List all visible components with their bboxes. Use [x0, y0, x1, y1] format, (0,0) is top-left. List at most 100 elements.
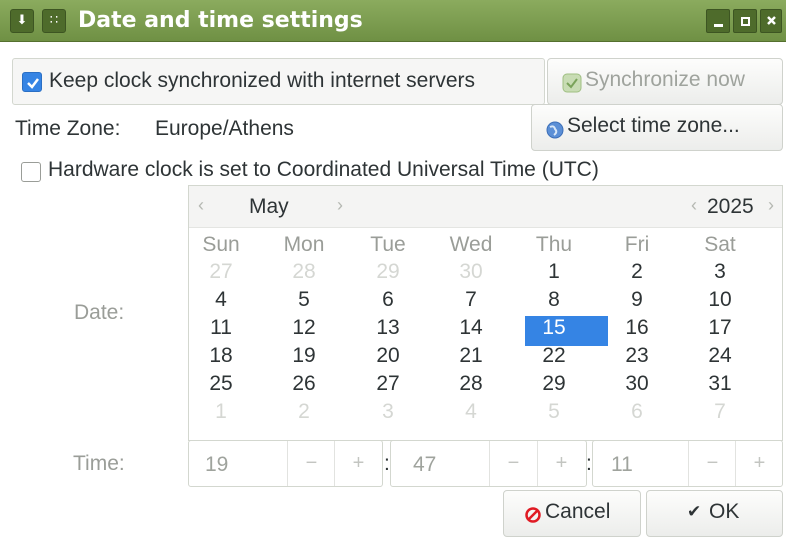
- hardware-clock-label: Hardware clock is set to Coordinated Uni…: [48, 158, 599, 181]
- calendar-day[interactable]: 23: [597, 344, 677, 368]
- seconds-increment-button[interactable]: +: [735, 441, 783, 486]
- date-label: Date:: [74, 301, 125, 324]
- calendar-day[interactable]: 7: [431, 288, 511, 312]
- calendar-day[interactable]: 4: [181, 288, 261, 312]
- calendar-day[interactable]: 2: [264, 400, 344, 424]
- calendar-day[interactable]: 21: [431, 344, 511, 368]
- weekday-header: Sun: [202, 233, 240, 256]
- calendar-day[interactable]: 29: [514, 372, 594, 396]
- maximize-button[interactable]: [733, 9, 757, 33]
- calendar-day[interactable]: 1: [181, 400, 261, 424]
- calendar-day[interactable]: 5: [264, 288, 344, 312]
- weekday-header: Sat: [704, 233, 736, 256]
- calendar-day-selected[interactable]: 15: [514, 316, 594, 340]
- calendar[interactable]: ‹ May › ‹ 2025 › Sun Mon Tue Wed Thu Fri Sat 27…: [188, 185, 783, 441]
- prev-month-button[interactable]: ‹: [198, 195, 204, 216]
- calendar-day[interactable]: 27: [181, 260, 261, 284]
- ok-label: OK: [709, 500, 740, 523]
- seconds-value[interactable]: 11: [611, 453, 633, 477]
- maximize-icon: [741, 17, 750, 26]
- calendar-day[interactable]: 13: [348, 316, 428, 340]
- prev-year-button[interactable]: ‹: [691, 195, 697, 216]
- time-label: Time:: [73, 452, 125, 475]
- calendar-day[interactable]: 16: [597, 316, 677, 340]
- hours-increment-button[interactable]: +: [334, 441, 382, 486]
- calendar-day[interactable]: 26: [264, 372, 344, 396]
- sync-checkbox-label: Keep clock synchronized with internet se…: [49, 69, 476, 92]
- sync-checkbox-row[interactable]: Keep clock synchronized with internet se…: [12, 58, 545, 105]
- calendar-day[interactable]: 14: [431, 316, 511, 340]
- clock-sync-icon: [562, 73, 582, 93]
- cancel-label: Cancel: [545, 500, 611, 523]
- minimize-icon: [714, 24, 723, 27]
- checkmark-icon: [27, 78, 39, 89]
- calendar-day[interactable]: 19: [264, 344, 344, 368]
- calendar-day[interactable]: 29: [348, 260, 428, 284]
- calendar-day[interactable]: 3: [348, 400, 428, 424]
- calendar-day[interactable]: 1: [514, 260, 594, 284]
- calendar-day[interactable]: 20: [348, 344, 428, 368]
- ok-button[interactable]: ✔ OK: [646, 490, 783, 537]
- close-icon: [767, 16, 776, 25]
- time-separator: :: [586, 452, 592, 475]
- calendar-day[interactable]: 2: [597, 260, 677, 284]
- window-title: Date and time settings: [78, 8, 363, 33]
- time-separator: :: [384, 452, 390, 475]
- calendar-day[interactable]: 18: [181, 344, 261, 368]
- calendar-day[interactable]: 3: [680, 260, 760, 284]
- minutes-spinbutton[interactable]: 47 − +: [390, 440, 587, 487]
- grip-icon[interactable]: ∷: [42, 9, 66, 33]
- hours-decrement-button[interactable]: −: [287, 441, 335, 486]
- minutes-increment-button[interactable]: +: [537, 441, 585, 486]
- seconds-decrement-button[interactable]: −: [688, 441, 736, 486]
- calendar-day[interactable]: 6: [348, 288, 428, 312]
- year-label: 2025: [707, 195, 754, 218]
- checkmark-icon: ✔: [687, 502, 702, 522]
- synchronize-now-label: Synchronize now: [585, 68, 745, 91]
- title-bar[interactable]: ⬇ ∷ Date and time settings: [0, 0, 786, 42]
- seconds-spinbutton[interactable]: 11 − +: [592, 440, 783, 487]
- weekday-header: Wed: [449, 233, 493, 256]
- weekday-header: Thu: [535, 233, 573, 256]
- hours-spinbutton[interactable]: 19 − +: [188, 440, 383, 487]
- calendar-day[interactable]: 11: [181, 316, 261, 340]
- select-timezone-button[interactable]: Select time zone...: [531, 104, 783, 151]
- minutes-decrement-button[interactable]: −: [489, 441, 537, 486]
- timezone-label: Time Zone:: [15, 117, 121, 140]
- window-menu-icon[interactable]: ⬇: [10, 9, 34, 33]
- calendar-day[interactable]: 17: [680, 316, 760, 340]
- calendar-day[interactable]: 24: [680, 344, 760, 368]
- calendar-day[interactable]: 31: [680, 372, 760, 396]
- month-label: May: [249, 195, 289, 218]
- hardware-clock-checkbox[interactable]: [21, 162, 41, 182]
- calendar-day[interactable]: 30: [597, 372, 677, 396]
- synchronize-now-button[interactable]: Synchronize now: [547, 58, 783, 105]
- calendar-day[interactable]: 12: [264, 316, 344, 340]
- weekday-header: Fri: [624, 233, 650, 256]
- minutes-value[interactable]: 47: [413, 453, 436, 477]
- calendar-day[interactable]: 27: [348, 372, 428, 396]
- weekday-header: Tue: [370, 233, 406, 256]
- calendar-day[interactable]: 28: [431, 372, 511, 396]
- close-button[interactable]: [760, 9, 782, 33]
- calendar-day[interactable]: 8: [514, 288, 594, 312]
- calendar-day[interactable]: 30: [431, 260, 511, 284]
- next-month-button[interactable]: ›: [337, 195, 343, 216]
- calendar-day[interactable]: 25: [181, 372, 261, 396]
- calendar-day[interactable]: 6: [597, 400, 677, 424]
- calendar-header: ‹ May › ‹ 2025 ›: [189, 186, 782, 228]
- hours-value[interactable]: 19: [205, 453, 228, 477]
- calendar-day[interactable]: 7: [680, 400, 760, 424]
- calendar-day[interactable]: 22: [514, 344, 594, 368]
- cancel-button[interactable]: Cancel: [503, 490, 641, 537]
- timezone-value: Europe/Athens: [155, 117, 294, 140]
- cancel-icon: [525, 507, 541, 523]
- calendar-day[interactable]: 9: [597, 288, 677, 312]
- calendar-day[interactable]: 28: [264, 260, 344, 284]
- sync-checkbox[interactable]: [22, 72, 42, 92]
- calendar-day[interactable]: 4: [431, 400, 511, 424]
- calendar-day[interactable]: 5: [514, 400, 594, 424]
- next-year-button[interactable]: ›: [768, 195, 774, 216]
- calendar-day[interactable]: 10: [680, 288, 760, 312]
- minimize-button[interactable]: [706, 9, 730, 33]
